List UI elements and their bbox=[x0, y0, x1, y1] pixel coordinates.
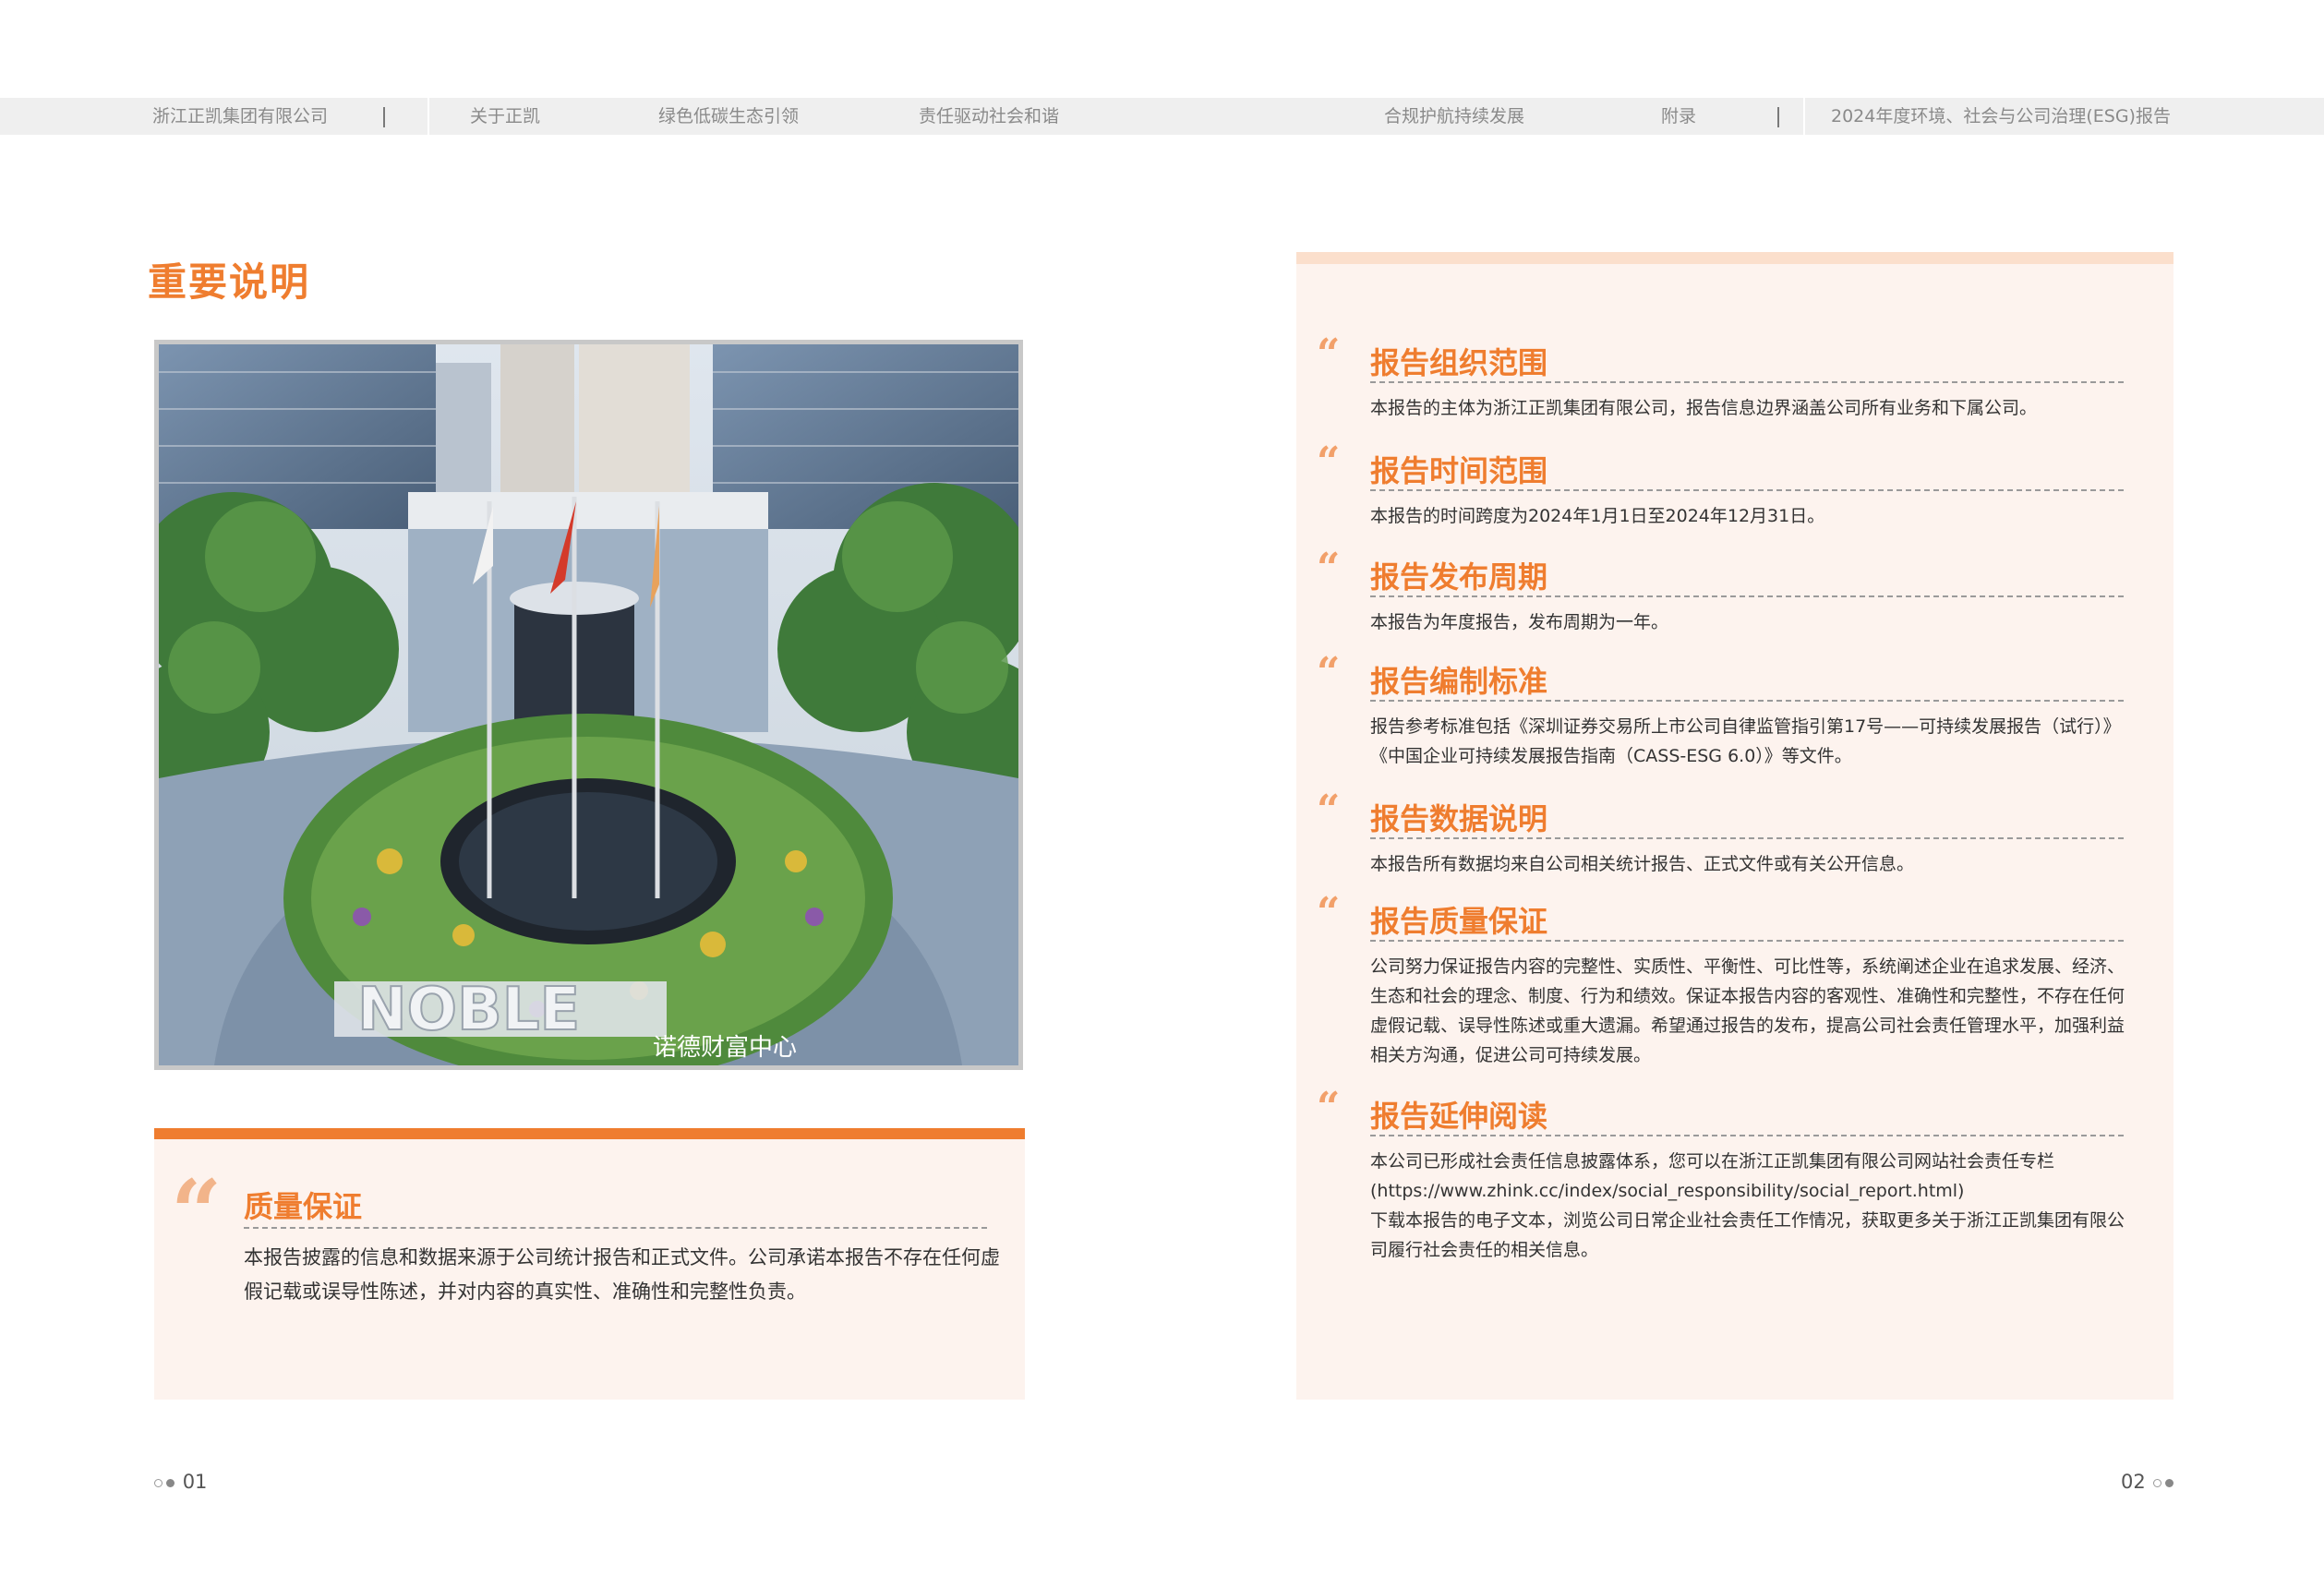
panel-top-bar bbox=[1296, 252, 2173, 264]
page-title: 重要说明 bbox=[148, 259, 311, 305]
quality-box-title: 质量保证 bbox=[244, 1189, 363, 1224]
page-number-right: 02 bbox=[2121, 1471, 2175, 1493]
section-title: 报告组织范围 bbox=[1370, 345, 1548, 380]
quote-icon: “ bbox=[1317, 1084, 1341, 1131]
quote-icon: “ bbox=[1317, 545, 1341, 592]
quality-assurance-box: “ 质量保证 本报告披露的信息和数据来源于公司统计报告和正式文件。公司承诺本报告… bbox=[154, 1128, 1025, 1400]
section-title: 报告数据说明 bbox=[1370, 801, 1548, 836]
quality-box-body: 本报告披露的信息和数据来源于公司统计报告和正式文件。公司承诺本报告不存在任何虚假… bbox=[244, 1246, 1000, 1303]
nav-divider bbox=[1803, 98, 1805, 135]
company-name: 浙江正凯集团有限公司 bbox=[152, 106, 329, 126]
section-title: 报告时间范围 bbox=[1370, 453, 1548, 488]
page-number-left-text: 01 bbox=[182, 1471, 208, 1493]
section-title: 报告编制标准 bbox=[1370, 664, 1548, 699]
circle-outline-icon bbox=[154, 1478, 163, 1487]
section-title: 报告质量保证 bbox=[1370, 904, 1548, 939]
circle-filled-icon bbox=[166, 1478, 175, 1487]
nav-item-appendix[interactable]: 附录 bbox=[1661, 98, 1696, 135]
quote-icon: “ bbox=[1317, 439, 1341, 486]
section-body: 本报告为年度报告，发布周期为一年。 bbox=[1370, 612, 1669, 632]
report-info-panel: “ 报告组织范围 本报告的主体为浙江正凯集团有限公司，报告信息边界涵盖公司所有业… bbox=[1296, 252, 2173, 1400]
circle-outline-icon bbox=[2153, 1478, 2162, 1487]
section-body: 本公司已形成社会责任信息披露体系，您可以在浙江正凯集团有限公司网站社会责任专栏 … bbox=[1370, 1151, 2125, 1260]
page-number-left: 01 bbox=[152, 1471, 207, 1493]
dashed-divider bbox=[1370, 940, 2124, 942]
nav-item-green[interactable]: 绿色低碳生态引领 bbox=[658, 98, 799, 135]
nav-item-social[interactable]: 责任驱动社会和谐 bbox=[919, 98, 1059, 135]
noble-sign: NOBLE bbox=[357, 976, 580, 1044]
dashed-divider bbox=[1370, 837, 2124, 839]
dashed-divider bbox=[244, 1227, 987, 1229]
quote-icon: “ bbox=[1317, 787, 1341, 834]
dashed-divider bbox=[1370, 700, 2124, 702]
nav-item-about[interactable]: 关于正凯 bbox=[470, 98, 540, 135]
section-title: 报告发布周期 bbox=[1370, 559, 1548, 595]
nav-divider bbox=[427, 98, 429, 135]
nav-separator bbox=[1777, 107, 1779, 127]
dashed-divider bbox=[1370, 489, 2124, 491]
nav-item-compliance[interactable]: 合规护航持续发展 bbox=[1384, 98, 1524, 135]
circle-filled-icon bbox=[2165, 1478, 2174, 1487]
quote-icon: “ bbox=[1317, 331, 1341, 378]
quote-icon: “ bbox=[1317, 889, 1341, 936]
top-navigation-bar: 浙江正凯集团有限公司 关于正凯 绿色低碳生态引领 责任驱动社会和谐 合规护航持续… bbox=[0, 98, 2324, 135]
section-body: 本报告的主体为浙江正凯集团有限公司，报告信息边界涵盖公司所有业务和下属公司。 bbox=[1370, 398, 2038, 418]
report-title: 2024年度环境、社会与公司治理(ESG)报告 bbox=[1831, 106, 2171, 126]
page-number-right-text: 02 bbox=[2121, 1471, 2146, 1493]
building-photo: NOBLE 诺德财富中心 bbox=[154, 340, 1023, 1070]
section-title: 报告延伸阅读 bbox=[1370, 1099, 1548, 1134]
dashed-divider bbox=[1370, 1135, 2124, 1136]
section-body: 本报告所有数据均来自公司相关统计报告、正式文件或有关公开信息。 bbox=[1370, 854, 1915, 874]
building-photo-illustration: NOBLE 诺德财富中心 bbox=[159, 344, 1018, 1065]
quote-icon: “ bbox=[171, 1160, 223, 1265]
dashed-divider bbox=[1370, 595, 2124, 597]
noble-sign-subtext: 诺德财富中心 bbox=[653, 1034, 797, 1062]
nav-separator bbox=[383, 107, 385, 127]
quote-icon: “ bbox=[1317, 649, 1341, 696]
section-body: 公司努力保证报告内容的完整性、实质性、平衡性、可比性等，系统阐述企业在追求发展、… bbox=[1370, 956, 2125, 1065]
dashed-divider bbox=[1370, 381, 2124, 383]
section-body: 报告参考标准包括《深圳证券交易所上市公司自律监管指引第17号——可持续发展报告（… bbox=[1370, 716, 2121, 766]
quality-box-accent-bar bbox=[154, 1128, 1025, 1139]
section-body: 本报告的时间跨度为2024年1月1日至2024年12月31日。 bbox=[1370, 506, 1825, 526]
